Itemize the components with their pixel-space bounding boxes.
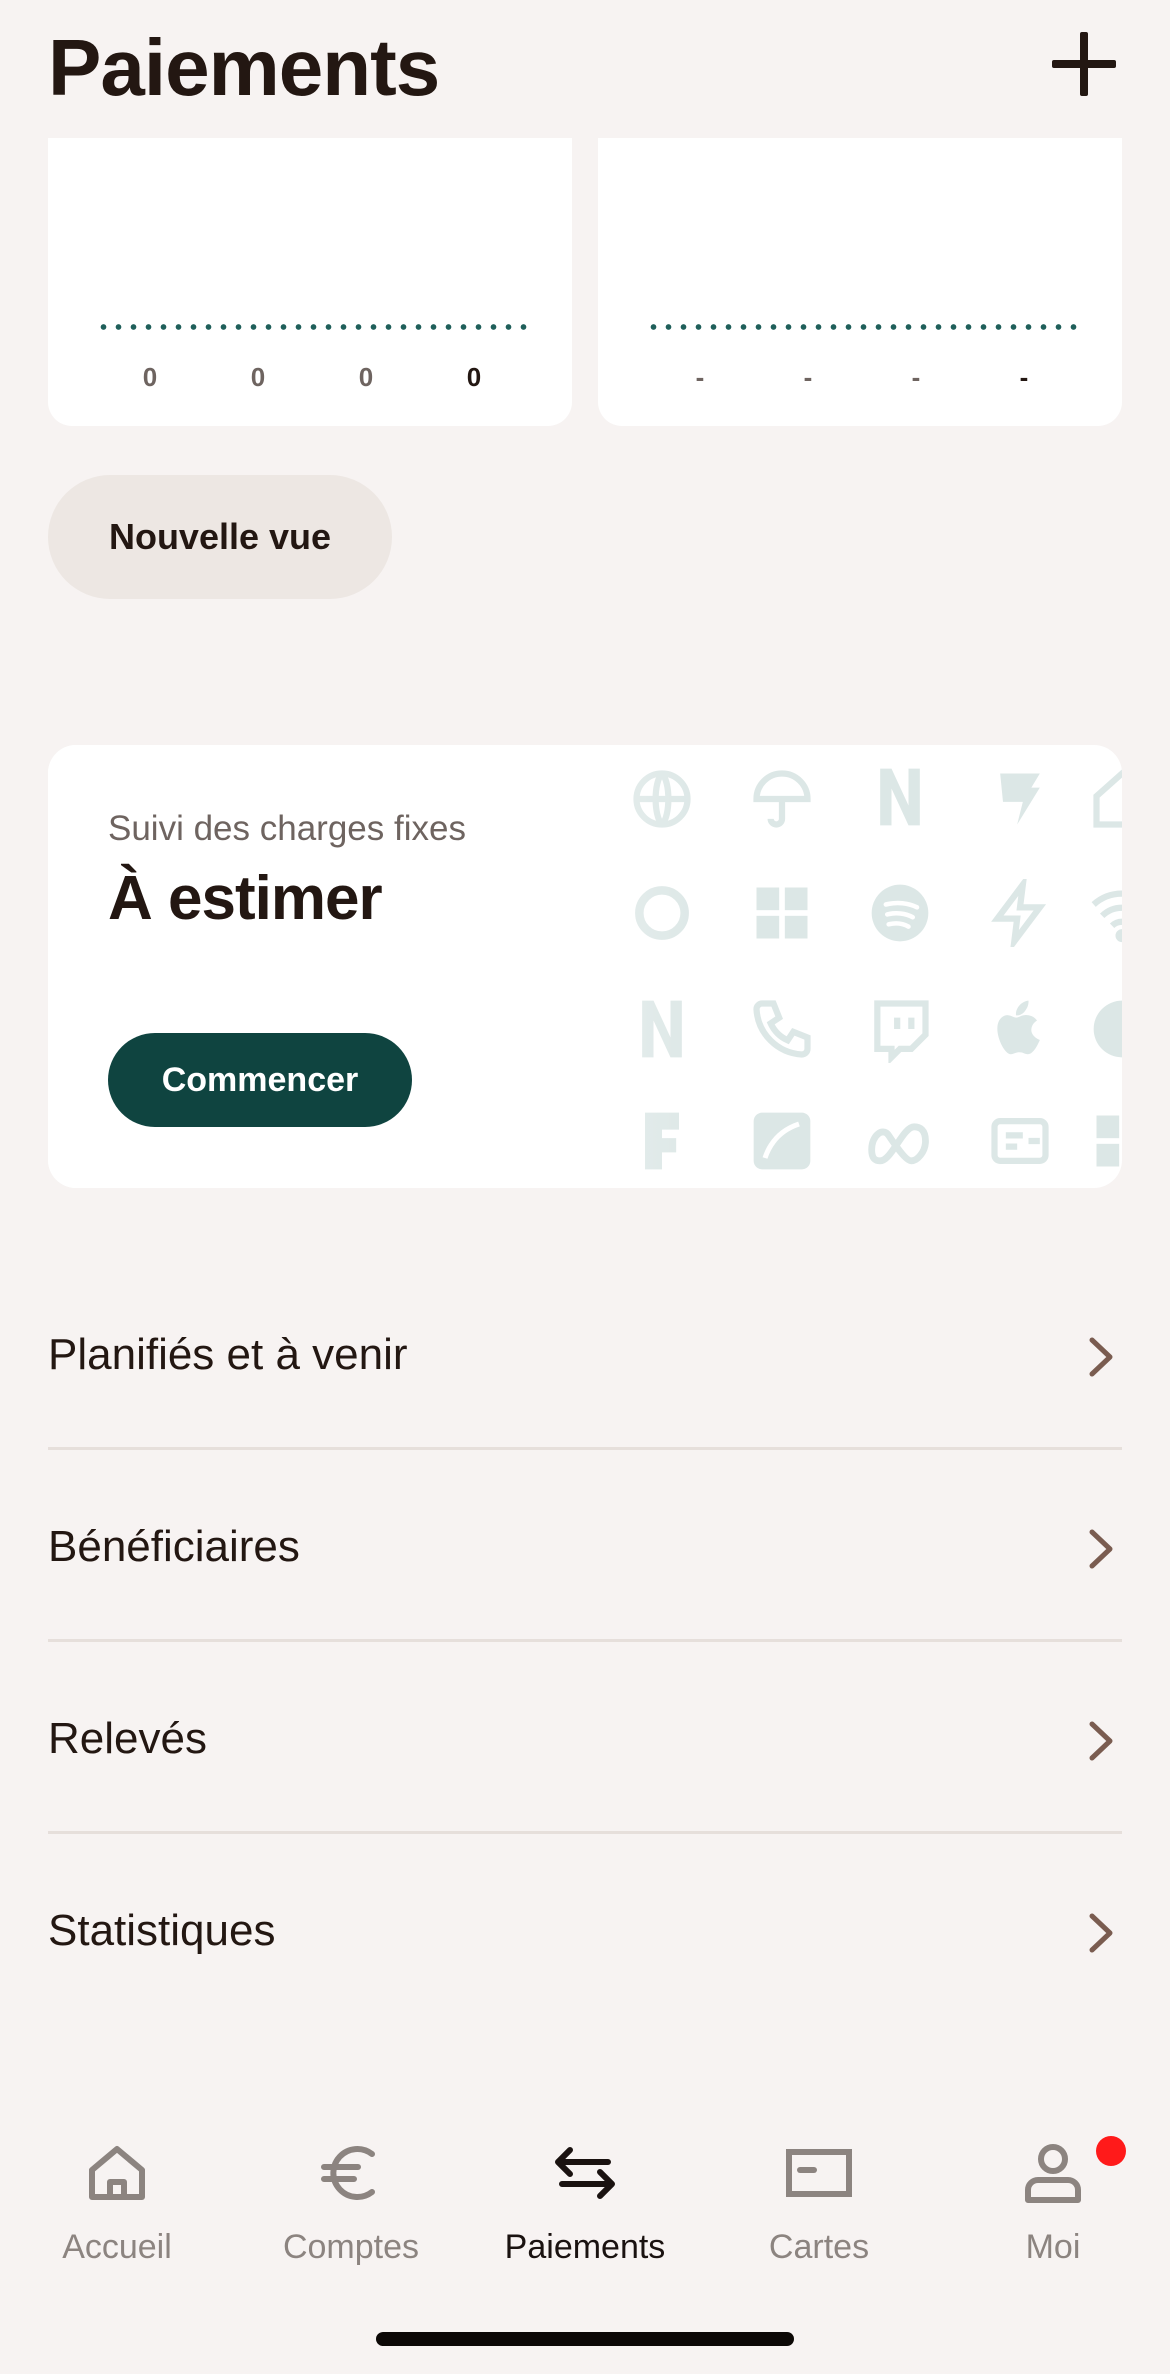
menu-item-scheduled[interactable]: Planifiés et à venir: [48, 1258, 1122, 1450]
nav-item-accounts[interactable]: Comptes: [234, 2130, 468, 2280]
transfer-arrows-icon: [555, 2147, 615, 2199]
header: Paiements: [0, 0, 1170, 138]
dotted-baseline: [646, 324, 1078, 330]
chevron-right-icon: [1089, 1913, 1113, 1953]
menu-item-statements[interactable]: Relevés: [48, 1642, 1122, 1834]
menu-item-label: Relevés: [48, 1714, 207, 1763]
home-indicator[interactable]: [376, 2332, 794, 2346]
menu-list: Planifiés et à venir Bénéficiaires Relev…: [48, 1258, 1122, 2026]
tick-label-current: -: [1019, 362, 1029, 392]
nav-item-home[interactable]: Accueil: [0, 2130, 234, 2280]
chevron-right-icon: [1089, 1721, 1113, 1761]
nav-label: Moi: [1025, 2228, 1081, 2266]
tick-label: 0: [250, 362, 266, 392]
tick-label: 0: [358, 362, 374, 392]
home-icon: [89, 2146, 145, 2200]
nav-label: Comptes: [282, 2228, 420, 2266]
chevron-right-icon: [1089, 1529, 1113, 1569]
bottom-nav: Accueil Comptes Paiements Cartes Moi: [0, 2130, 1170, 2280]
tick-label: 0: [142, 362, 158, 392]
tick-row: - - - -: [646, 362, 1078, 398]
nav-label: Accueil: [62, 2228, 172, 2266]
tick-row: 0 0 0 0: [96, 362, 528, 398]
person-icon: [1025, 2144, 1081, 2203]
tick-label: -: [803, 362, 813, 392]
nav-label: Paiements: [504, 2228, 666, 2266]
tick-label: -: [695, 362, 705, 392]
charges-subtitle: Suivi des charges fixes: [108, 809, 466, 848]
tick-label-current: 0: [466, 362, 482, 392]
menu-item-beneficiaries[interactable]: Bénéficiaires: [48, 1450, 1122, 1642]
start-button[interactable]: Commencer: [108, 1033, 412, 1127]
menu-item-label: Bénéficiaires: [48, 1522, 300, 1571]
nav-item-payments[interactable]: Paiements: [468, 2130, 702, 2280]
chevron-right-icon: [1089, 1337, 1113, 1377]
nav-item-me[interactable]: Moi: [936, 2130, 1170, 2280]
nav-item-cards[interactable]: Cartes: [702, 2130, 936, 2280]
notification-dot: [1096, 2136, 1126, 2166]
fixed-charges-card: Suivi des charges fixes À estimer Commen…: [48, 745, 1122, 1188]
chart-card-amounts[interactable]: 0 0 0 0: [48, 138, 572, 426]
new-view-button[interactable]: Nouvelle vue: [48, 475, 392, 599]
page-title: Paiements: [48, 23, 440, 112]
card-icon: [786, 2149, 852, 2197]
chart-card-empty[interactable]: - - - -: [598, 138, 1122, 426]
menu-item-statistics[interactable]: Statistiques: [48, 1834, 1122, 2026]
euro-icon: [321, 2146, 375, 2200]
plus-icon[interactable]: [1050, 30, 1118, 98]
tick-label: -: [911, 362, 921, 392]
charges-title: À estimer: [108, 864, 383, 933]
nav-label: Cartes: [768, 2228, 870, 2266]
dotted-baseline: [96, 324, 528, 330]
menu-item-label: Statistiques: [48, 1906, 276, 1955]
menu-item-label: Planifiés et à venir: [48, 1330, 408, 1379]
